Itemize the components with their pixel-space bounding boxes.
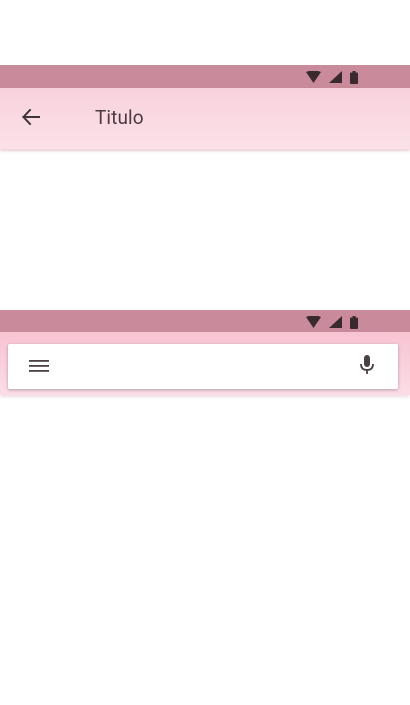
- battery-icon: [350, 70, 358, 84]
- status-icons: [306, 70, 358, 84]
- microphone-icon: [360, 355, 374, 379]
- battery-icon: [350, 315, 358, 329]
- status-icons: [306, 315, 358, 329]
- search-bar[interactable]: [8, 344, 398, 389]
- voice-search-button[interactable]: [356, 354, 378, 380]
- menu-icon: [29, 358, 49, 377]
- search-area: [0, 332, 410, 395]
- menu-button[interactable]: [26, 355, 52, 379]
- status-bar-secondary: [0, 310, 410, 332]
- screen: Titulo: [0, 0, 410, 705]
- wifi-icon: [306, 71, 321, 83]
- status-bar: [0, 65, 410, 88]
- back-button[interactable]: [14, 102, 48, 136]
- page-title: Titulo: [95, 106, 144, 129]
- arrow-left-icon: [22, 108, 40, 129]
- signal-icon: [329, 316, 342, 328]
- wifi-icon: [306, 316, 321, 328]
- app-bar: Titulo: [0, 88, 410, 149]
- signal-icon: [329, 71, 342, 83]
